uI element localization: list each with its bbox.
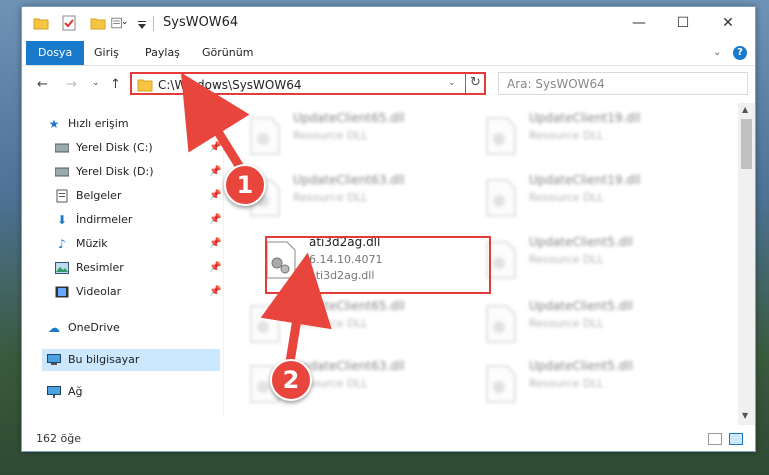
address-dropdown-icon[interactable]: ⌄ [448, 78, 456, 88]
pin-icon[interactable]: 📌 [209, 233, 221, 255]
list-item[interactable]: UpdateClient5.dll Resource DLL [479, 295, 705, 351]
navigation-bar: ← → ⌄ ↑ C:\Windows\SysWOW64 ⌄ ↻ Ara: Sys… [22, 67, 755, 101]
pin-icon[interactable]: 📌 [209, 281, 221, 303]
list-item[interactable]: UpdateClient65.dll Resource DLL [243, 295, 469, 351]
sidebar-item-this-pc[interactable]: Bu bilgisayar [42, 349, 220, 371]
videos-icon [54, 284, 70, 300]
new-folder-icon[interactable] [90, 15, 106, 31]
address-path[interactable]: C:\Windows\SysWOW64 [158, 78, 302, 92]
step-1-badge: 1 [224, 164, 266, 206]
tab-home[interactable]: Giriş [84, 41, 129, 65]
list-item[interactable]: UpdateClient5.dll Resource DLL [479, 231, 705, 287]
dll-file-icon [250, 305, 280, 343]
close-button[interactable]: ✕ [706, 7, 750, 38]
step-2-badge: 2 [270, 359, 312, 401]
folder-icon[interactable] [33, 15, 49, 31]
pin-icon[interactable]: 📌 [209, 185, 221, 207]
download-icon: ⬇ [56, 213, 68, 227]
forward-arrow-icon[interactable]: → [66, 77, 77, 92]
file-highlight-box [265, 236, 491, 294]
expand-ribbon-icon[interactable]: ⌄ [713, 47, 721, 58]
details-view-icon[interactable] [708, 433, 722, 445]
list-item[interactable]: UpdateClient19.dll Resource DLL [479, 107, 705, 163]
dll-file-icon [250, 117, 280, 155]
item-count: 162 öğe [36, 432, 81, 445]
help-icon[interactable]: ? [733, 46, 747, 60]
list-item[interactable]: UpdateClient65.dll Resource DLL [243, 107, 469, 163]
list-item[interactable]: UpdateClient63.dll Resource DLL [243, 169, 469, 225]
maximize-button[interactable]: ☐ [661, 7, 705, 38]
tab-share[interactable]: Paylaş [135, 41, 190, 65]
title-separator [153, 16, 154, 31]
status-bar: 162 öğe [22, 427, 755, 451]
window-title: SysWOW64 [163, 15, 239, 30]
documents-icon [54, 188, 70, 204]
back-arrow-icon[interactable]: ← [37, 77, 48, 92]
pane-divider [223, 107, 224, 417]
sidebar-item-onedrive[interactable]: ☁ OneDrive [46, 317, 216, 339]
drive-icon [54, 164, 70, 180]
dll-file-icon [486, 117, 516, 155]
properties-icon[interactable] [111, 15, 127, 31]
scroll-down-icon[interactable]: ▼ [742, 411, 748, 420]
pin-icon[interactable]: 📌 [209, 257, 221, 279]
sidebar-item-music[interactable]: ♪ Müzik 📌 [54, 233, 221, 255]
sidebar-item-documents[interactable]: Belgeler 📌 [54, 185, 221, 207]
cloud-icon: ☁ [48, 321, 60, 335]
sidebar-item-quick-access[interactable]: ★ Hızlı erişim [46, 113, 216, 135]
sidebar-item-downloads[interactable]: ⬇ İndirmeler 📌 [54, 209, 221, 231]
search-input[interactable]: Ara: SysWOW64 [498, 72, 748, 95]
music-icon: ♪ [58, 237, 66, 251]
sidebar-item-drive-c[interactable]: Yerel Disk (C:) 📌 [54, 137, 221, 159]
scroll-up-icon[interactable]: ▲ [742, 105, 748, 114]
ribbon-tabs: Dosya Giriş Paylaş Görünüm ⌄ ? [22, 41, 755, 66]
title-bar: SysWOW64 — ☐ ✕ [22, 7, 755, 38]
up-arrow-icon[interactable]: ↑ [110, 77, 121, 92]
pin-icon[interactable]: 📌 [209, 137, 221, 159]
dll-file-icon [486, 365, 516, 403]
explorer-window: SysWOW64 — ☐ ✕ Dosya Giriş Paylaş Görünü… [21, 6, 756, 452]
dll-file-icon [486, 305, 516, 343]
sidebar-item-network[interactable]: Ağ [46, 381, 216, 403]
navigation-pane: ★ Hızlı erişim Yerel Disk (C:) 📌 Yerel D… [22, 107, 221, 407]
address-divider [465, 74, 466, 93]
drive-icon [54, 140, 70, 156]
sidebar-item-pictures[interactable]: Resimler 📌 [54, 257, 221, 279]
computer-icon [46, 352, 62, 368]
list-item[interactable]: UpdateClient19.dll Resource DLL [479, 169, 705, 225]
dll-file-icon [486, 179, 516, 217]
properties-check-icon[interactable] [61, 15, 77, 31]
refresh-icon[interactable]: ↻ [470, 75, 481, 90]
pictures-icon [54, 260, 70, 276]
pin-icon[interactable]: 📌 [209, 209, 221, 231]
list-item[interactable]: UpdateClient5.dll Resource DLL [479, 355, 705, 411]
star-icon: ★ [48, 117, 60, 131]
scrollbar-thumb[interactable] [741, 119, 752, 169]
folder-icon [137, 79, 153, 92]
address-bar[interactable]: C:\Windows\SysWOW64 ⌄ ↻ [130, 72, 486, 95]
file-list: UpdateClient65.dll Resource DLL UpdateCl… [237, 105, 732, 417]
tab-view[interactable]: Görünüm [192, 41, 263, 65]
pin-icon[interactable]: 📌 [209, 161, 221, 183]
customize-toolbar-icon[interactable] [137, 17, 147, 33]
minimize-button[interactable]: — [617, 7, 661, 38]
search-placeholder: Ara: SysWOW64 [507, 77, 605, 91]
recent-locations-icon[interactable]: ⌄ [92, 78, 100, 88]
network-icon [46, 384, 62, 400]
tab-file[interactable]: Dosya [26, 41, 85, 65]
sidebar-item-drive-d[interactable]: Yerel Disk (D:) 📌 [54, 161, 221, 183]
vertical-scrollbar[interactable]: ▲ ▼ [738, 103, 755, 425]
large-icons-view-icon[interactable] [729, 433, 743, 445]
sidebar-item-videos[interactable]: Videolar 📌 [54, 281, 221, 303]
